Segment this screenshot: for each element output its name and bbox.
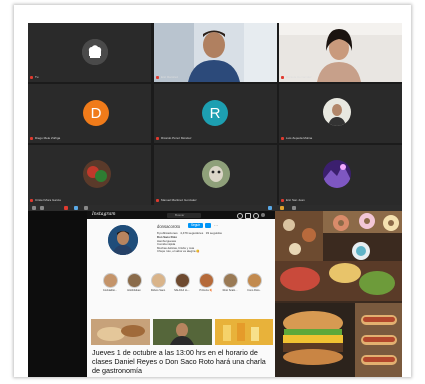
profile-icon[interactable] [261,213,265,217]
chat-icon[interactable] [84,206,88,210]
video-feed [279,23,402,82]
post-thumbnail[interactable] [215,319,273,345]
food-collage [275,211,402,377]
post-thumbnail[interactable] [153,319,212,345]
story-highlights: Cocktailito... Hilobrikikan Roboo Saco S… [99,273,275,295]
chef-hat-icon [82,39,108,65]
chevron-down-icon[interactable] [205,223,211,228]
highlight-label: Roboo Saco [150,289,166,292]
video-icon[interactable] [40,206,44,210]
app-icon[interactable] [292,206,296,210]
participant-tile-eric-sj[interactable]: Eric San Juan [279,145,402,205]
instagram-logo[interactable]: Instagram [92,212,115,217]
participant-name: Eric San Juan [286,198,305,202]
post-caption: Jueves 1 de octubre a las 13:00 hrs en e… [92,348,266,375]
avatar: R [202,100,228,126]
followers-count[interactable]: 4,479 seguidores [180,231,203,235]
participant-name: Eric Ramirez [161,75,179,79]
highlight-label: Roto Scalo... [222,289,238,292]
highlight-item[interactable]: Hilobrikikan [123,273,145,292]
avatar-initial: R [209,104,221,122]
more-options-icon[interactable]: ··· [214,223,218,228]
participant-name: Cristel Mora Garcia [35,198,61,202]
profile-avatar[interactable] [108,225,138,255]
participant-tile-ricardo[interactable]: R Ricardo Pérez Méndez [154,84,277,143]
profile-username: donsacoroto [157,224,181,229]
avatar: D [83,100,109,126]
participant-tile-eric[interactable]: Eric Ramirez [154,23,277,82]
participant-tile-daniela[interactable]: Daniela Hernandez [279,23,402,82]
following-count[interactable]: 33 seguidos [206,231,222,235]
participant-name: Diego Mele Zúñiga [35,136,61,140]
browser-left-margin [28,211,87,377]
food-photo [275,211,402,377]
participant-name: Daniela Hernandez [286,75,312,79]
avatar [83,160,111,188]
participant-tile-luis[interactable]: Luis Zepeda Molina [279,84,402,143]
video-feed [154,23,277,82]
highlight-item[interactable]: Roto Scalo... [219,273,241,292]
participant-tile-tu[interactable]: Tu [28,23,151,82]
search-input[interactable]: Buscar [167,212,201,218]
avatar-initial: D [90,104,102,122]
highlight-label: Cono Roto.. [247,289,261,292]
participant-name: Ricardo Pérez Méndez [161,136,192,140]
highlight-label: Hilobrikikan [127,289,141,292]
highlight-item[interactable]: Roboo Saco [147,273,169,292]
record-icon[interactable] [64,206,68,210]
highlight-item[interactable]: Cono Roto.. [243,273,265,292]
instagram-header: Instagram Buscar [87,211,275,219]
highlight-label: SALICHI LL... [174,289,190,292]
participant-name: Tu [35,75,39,79]
highlight-item[interactable]: Pizzeria 🍕 [195,273,217,292]
participant-name: Manuel Martinez Gonzalez [161,198,197,202]
highlight-label: Cocktailito... [102,289,118,292]
highlight-label: Pizzeria 🍕 [199,289,213,292]
highlight-item[interactable]: Cocktailito... [99,273,121,292]
avatar [323,98,351,126]
participant-name: Luis Zepeda Molina [286,136,313,140]
bio-line: Chupe roto, el sabor es alegría 😋 [157,249,200,254]
participant-tile-diego[interactable]: D Diego Mele Zúñiga [28,84,151,143]
mute-icon[interactable] [32,206,36,210]
participant-tile-cristel[interactable]: Cristel Mora Garcia [28,145,151,205]
profile-bio: Don Saco Roto Hamburguesas Comida rápida… [157,235,200,254]
follow-button[interactable]: Seguir [188,223,203,228]
app-icon[interactable] [280,206,284,210]
avatar [323,160,351,188]
participant-tile-manuel[interactable]: Manuel Martinez Gonzalez [154,145,277,205]
highlight-item[interactable]: SALICHI LL... [171,273,193,292]
zoom-gallery: Tu Eric Ramirez Daniela Hernandez D Dieg… [28,23,402,205]
post-thumbnail[interactable] [91,319,150,345]
share-icon[interactable] [74,206,78,210]
avatar [202,160,230,188]
app-icon[interactable] [268,206,272,210]
